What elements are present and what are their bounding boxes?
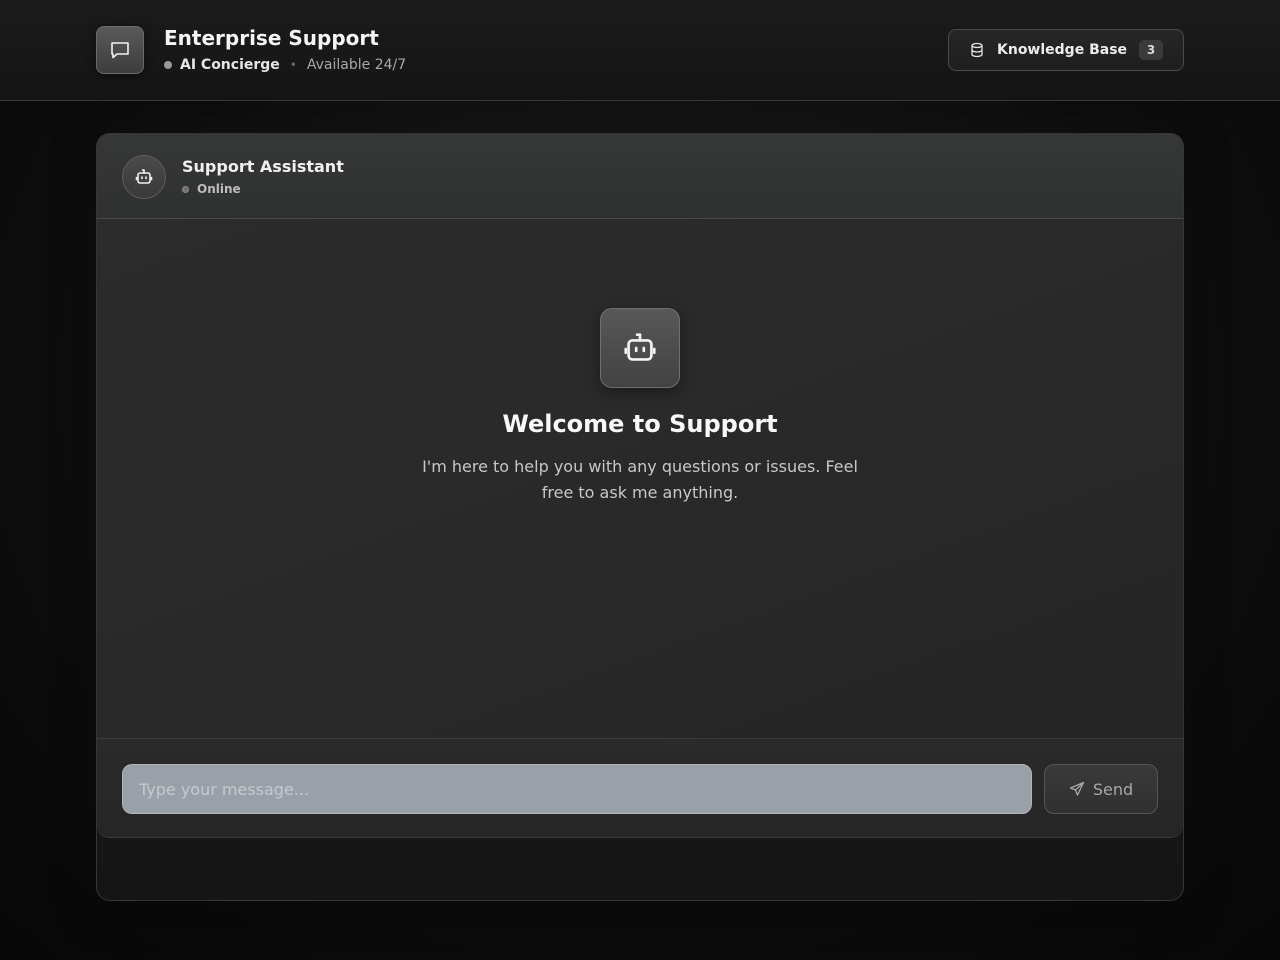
- chat-bubble-icon: [96, 26, 144, 74]
- concierge-label: AI Concierge: [180, 57, 280, 73]
- welcome-text: I'm here to help you with any questions …: [422, 457, 858, 502]
- availability-label: Available 24/7: [306, 57, 407, 73]
- subtitle-separator: •: [289, 58, 297, 72]
- message-composer: Send: [97, 738, 1183, 837]
- chat-panel: Support Assistant Online Welcome to Supp…: [97, 134, 1183, 838]
- status-dot: [164, 61, 172, 69]
- online-dot: [182, 185, 189, 193]
- paper-plane-icon: [1069, 781, 1085, 797]
- send-button[interactable]: Send: [1044, 764, 1158, 814]
- agent-status: Online: [182, 182, 241, 196]
- robot-icon: [600, 308, 680, 388]
- database-icon: [969, 42, 985, 58]
- knowledge-base-button[interactable]: Knowledge Base 3: [948, 29, 1184, 71]
- send-label: Send: [1092, 779, 1134, 799]
- knowledge-base-label: Knowledge Base: [997, 42, 1128, 58]
- app-title: Enterprise Support: [164, 26, 379, 50]
- top-header: Enterprise Support AI Concierge • Availa…: [0, 0, 1280, 101]
- agent-status-label: Online: [197, 182, 241, 196]
- welcome-title: Welcome to Support: [502, 410, 778, 438]
- robot-icon: [122, 155, 166, 199]
- message-input[interactable]: [122, 764, 1032, 814]
- app-subtitle: AI Concierge • Available 24/7: [164, 57, 406, 73]
- agent-name: Support Assistant: [182, 157, 344, 176]
- chat-header: Support Assistant Online: [97, 134, 1183, 219]
- knowledge-base-count-badge: 3: [1139, 40, 1164, 60]
